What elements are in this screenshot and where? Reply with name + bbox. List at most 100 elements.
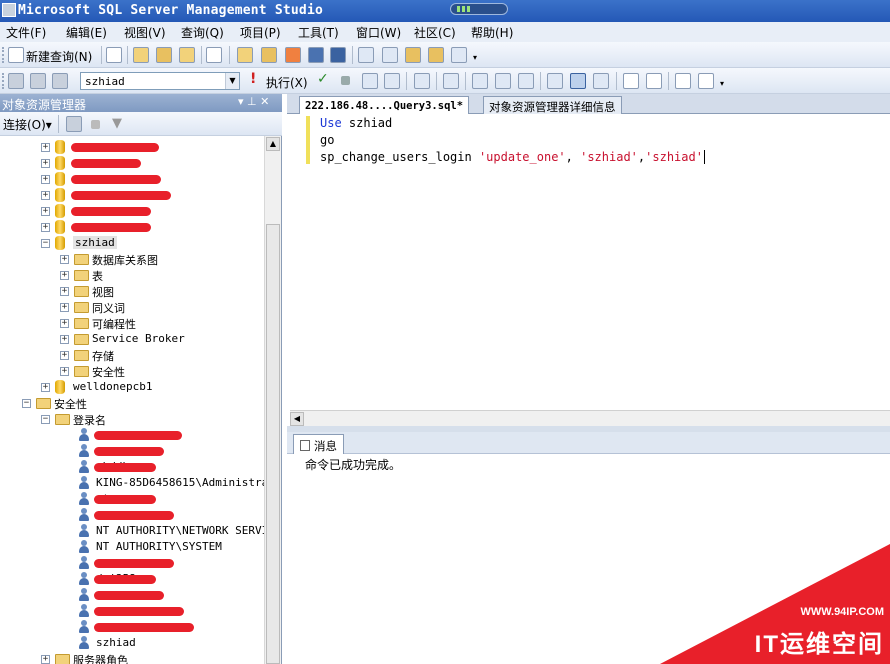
template-explorer-icon[interactable] bbox=[405, 47, 421, 63]
menu-edit[interactable]: 编辑(E) bbox=[66, 24, 107, 41]
open-project-icon[interactable] bbox=[261, 47, 277, 63]
results-to-grid-icon[interactable] bbox=[547, 73, 563, 89]
new-query-icon[interactable] bbox=[8, 47, 24, 63]
toolbar-grip[interactable] bbox=[2, 47, 5, 63]
expand-icon[interactable]: + bbox=[60, 319, 69, 328]
uncomment-icon[interactable] bbox=[646, 73, 662, 89]
scroll-thumb[interactable] bbox=[266, 224, 280, 664]
change-connection-icon[interactable] bbox=[52, 73, 68, 89]
menu-window[interactable]: 窗口(W) bbox=[356, 24, 401, 41]
result-message: 命令已成功完成。 bbox=[305, 458, 402, 472]
new-query-button[interactable]: 新建查询(N) bbox=[26, 48, 92, 65]
menu-view[interactable]: 视图(V) bbox=[124, 24, 166, 41]
login-user-icon bbox=[78, 508, 90, 522]
expand-icon[interactable]: + bbox=[60, 255, 69, 264]
change-marker bbox=[306, 116, 310, 164]
scroll-left-icon[interactable]: ◀ bbox=[290, 412, 304, 426]
expand-icon[interactable]: + bbox=[41, 159, 50, 168]
save-icon[interactable] bbox=[308, 47, 324, 63]
toolbar-grip[interactable] bbox=[2, 73, 5, 89]
tree-node-label: 服务器角色 bbox=[73, 654, 128, 664]
xmla-query-icon[interactable] bbox=[206, 47, 222, 63]
menu-project[interactable]: 项目(P) bbox=[240, 24, 281, 41]
comment-out-icon[interactable] bbox=[623, 73, 639, 89]
tab-query3[interactable]: 222.186.48....Query3.sql* bbox=[299, 96, 470, 114]
solution-explorer-icon[interactable] bbox=[428, 47, 444, 63]
menu-file[interactable]: 文件(F) bbox=[6, 24, 46, 41]
watermark-url: WWW.94IP.COM bbox=[800, 606, 884, 618]
disconnect-icon[interactable] bbox=[66, 116, 82, 132]
client-stats-icon[interactable] bbox=[495, 73, 511, 89]
include-plan-icon[interactable] bbox=[472, 73, 488, 89]
menu-community[interactable]: 社区(C) bbox=[414, 24, 456, 41]
connect-dropdown[interactable]: 连接(O)▾ bbox=[3, 116, 52, 133]
add-item-icon[interactable] bbox=[285, 47, 301, 63]
panel-buttons[interactable]: ▾ ⊥ ✕ bbox=[238, 95, 269, 108]
login-user-icon bbox=[78, 540, 90, 554]
connect-icon[interactable] bbox=[8, 73, 24, 89]
expand-icon[interactable]: + bbox=[60, 303, 69, 312]
expand-icon[interactable]: + bbox=[41, 191, 50, 200]
query-options-icon[interactable] bbox=[414, 73, 430, 89]
registered-servers-icon[interactable] bbox=[358, 47, 374, 63]
tree-scrollbar[interactable]: ▲ bbox=[264, 136, 281, 664]
execute-button[interactable]: 执行(X) bbox=[266, 74, 308, 91]
object-explorer-icon[interactable] bbox=[382, 47, 398, 63]
menu-query[interactable]: 查询(Q) bbox=[181, 24, 224, 41]
disconnect-icon[interactable] bbox=[30, 73, 46, 89]
parse-check-icon[interactable]: ✓ bbox=[317, 71, 333, 87]
expand-icon[interactable]: + bbox=[41, 655, 50, 664]
tab-object-explorer-details[interactable]: 对象资源管理器详细信息 bbox=[483, 96, 622, 114]
expand-icon[interactable]: + bbox=[41, 175, 50, 184]
save-all-icon[interactable] bbox=[330, 47, 346, 63]
editor-horizontal-scrollbar[interactable]: ◀ bbox=[290, 410, 890, 426]
results-to-file-icon[interactable] bbox=[570, 73, 586, 89]
results-to-text-icon[interactable] bbox=[518, 73, 534, 89]
toolbar-overflow-icon[interactable]: ▾ bbox=[720, 79, 730, 89]
toolbar-overflow-icon[interactable]: ▾ bbox=[473, 53, 483, 63]
display-plan-icon[interactable] bbox=[362, 73, 378, 89]
stop-icon[interactable] bbox=[91, 120, 100, 129]
redaction-mark bbox=[94, 511, 174, 520]
expand-icon[interactable]: + bbox=[60, 351, 69, 360]
expand-icon[interactable]: + bbox=[60, 335, 69, 344]
intellisense-icon[interactable] bbox=[443, 73, 459, 89]
object-explorer-header: 对象资源管理器 ▾ ⊥ ✕ bbox=[0, 94, 282, 112]
object-explorer-tree: + + + + + + − szhiad + 数据库关系图 + 表 + 视图 + 同义词 + 可编程性 + Servi… bbox=[0, 136, 264, 664]
tab-messages[interactable]: 消息 bbox=[293, 434, 344, 454]
expand-icon[interactable]: + bbox=[41, 207, 50, 216]
database-select[interactable]: szhiad ▼ bbox=[80, 72, 240, 90]
cancel-query-icon[interactable] bbox=[341, 76, 350, 85]
analysis-query-icon[interactable] bbox=[156, 47, 172, 63]
expand-icon[interactable]: + bbox=[60, 287, 69, 296]
open-file-icon[interactable] bbox=[237, 47, 253, 63]
execute-icon[interactable]: ! bbox=[250, 71, 266, 87]
collapse-icon[interactable]: − bbox=[41, 239, 50, 248]
collapse-icon[interactable]: − bbox=[41, 415, 50, 424]
collapse-icon[interactable]: − bbox=[22, 399, 31, 408]
new-file-icon[interactable] bbox=[106, 47, 122, 63]
menu-tools[interactable]: 工具(T) bbox=[298, 24, 339, 41]
properties-icon[interactable] bbox=[451, 47, 467, 63]
chevron-down-icon[interactable]: ▼ bbox=[225, 73, 239, 89]
dmx-query-icon[interactable] bbox=[179, 47, 195, 63]
filter-icon[interactable]: ▼ bbox=[112, 116, 128, 132]
expand-icon[interactable]: + bbox=[60, 367, 69, 376]
login-user-icon bbox=[78, 492, 90, 506]
menu-help[interactable]: 帮助(H) bbox=[471, 24, 513, 41]
scroll-up-icon[interactable]: ▲ bbox=[266, 137, 280, 151]
expand-icon[interactable]: + bbox=[60, 271, 69, 280]
db-engine-query-icon[interactable] bbox=[133, 47, 149, 63]
expand-icon[interactable]: + bbox=[41, 383, 50, 392]
toolbar-separator bbox=[352, 46, 353, 64]
decrease-indent-icon[interactable] bbox=[675, 73, 691, 89]
increase-indent-icon[interactable] bbox=[698, 73, 714, 89]
results-pane-icon[interactable] bbox=[593, 73, 609, 89]
tree-node-label: welldonepcb1 bbox=[73, 380, 153, 393]
object-explorer-toolbar: 连接(O)▾ ▼ bbox=[0, 112, 282, 136]
expand-icon[interactable]: + bbox=[41, 223, 50, 232]
login-user-icon bbox=[78, 460, 90, 474]
sql-editor[interactable]: Use szhiad go sp_change_users_login 'upd… bbox=[287, 114, 890, 410]
query-designer-icon[interactable] bbox=[384, 73, 400, 89]
expand-icon[interactable]: + bbox=[41, 143, 50, 152]
